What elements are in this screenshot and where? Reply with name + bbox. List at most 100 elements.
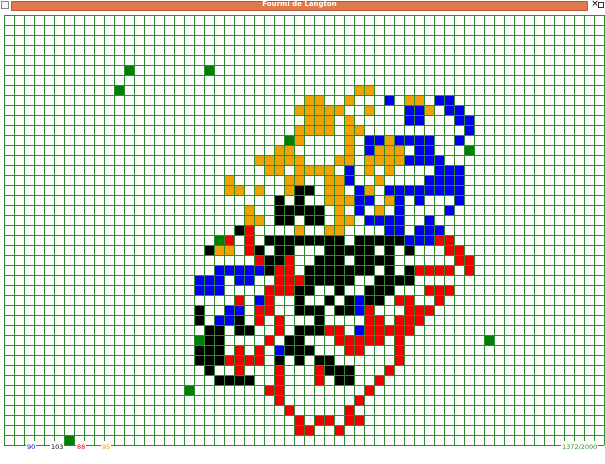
- cell-blue: [454, 185, 464, 195]
- cell-red: [404, 295, 414, 305]
- cell-black: [264, 235, 274, 245]
- cell-black: [374, 285, 384, 295]
- cell-orange: [304, 115, 314, 125]
- cell-black: [384, 265, 394, 275]
- cell-black: [354, 235, 364, 245]
- cell-blue: [414, 225, 424, 235]
- cell-red: [294, 425, 304, 435]
- cell-black: [384, 285, 394, 295]
- cell-red: [274, 315, 284, 325]
- cell-red: [434, 265, 444, 275]
- cell-blue: [394, 215, 404, 225]
- cell-black: [344, 275, 354, 285]
- cell-red: [274, 325, 284, 335]
- cell-red: [284, 405, 294, 415]
- cell-red: [264, 305, 274, 315]
- ant-board: [0, 11, 605, 464]
- cell-red: [254, 355, 264, 365]
- cell-black: [334, 235, 344, 245]
- cell-red: [364, 315, 374, 325]
- cell-red: [364, 385, 374, 395]
- cell-red: [344, 405, 354, 415]
- cell-black: [364, 255, 374, 265]
- cell-black: [404, 245, 414, 255]
- cell-blue: [354, 295, 364, 305]
- app-menu-icon[interactable]: [1, 1, 9, 9]
- cell-black: [294, 335, 304, 345]
- cell-red: [344, 335, 354, 345]
- cell-blue: [224, 305, 234, 315]
- cell-black: [334, 255, 344, 265]
- cell-black: [274, 215, 284, 225]
- cell-orange: [334, 205, 344, 215]
- cell-orange: [364, 105, 374, 115]
- cell-blue: [224, 265, 234, 275]
- cell-red: [284, 275, 294, 285]
- resize-icon[interactable]: [598, 2, 604, 8]
- cell-blue: [234, 265, 244, 275]
- cell-red: [434, 235, 444, 245]
- cell-black: [354, 255, 364, 265]
- cell-black: [284, 205, 294, 215]
- cell-blue: [424, 185, 434, 195]
- cell-black: [214, 345, 224, 355]
- window-titlebar[interactable]: Fourmi de Langton ×: [0, 0, 605, 11]
- cell-black: [204, 345, 214, 355]
- ant-cell: [484, 335, 494, 345]
- cell-black: [314, 215, 324, 225]
- cell-black: [284, 235, 294, 245]
- cell-orange: [284, 155, 294, 165]
- cell-blue: [434, 225, 444, 235]
- cell-black: [314, 205, 324, 215]
- cell-red: [274, 285, 284, 295]
- cell-blue: [454, 195, 464, 205]
- cell-blue: [424, 175, 434, 185]
- cell-orange: [384, 145, 394, 155]
- cell-black: [334, 275, 344, 285]
- cell-black: [234, 325, 244, 335]
- cell-orange: [344, 215, 354, 225]
- cell-blue: [354, 325, 364, 335]
- cell-orange: [314, 165, 324, 175]
- cell-orange: [364, 155, 374, 165]
- cell-orange: [324, 175, 334, 185]
- cell-black: [274, 195, 284, 205]
- cell-orange: [334, 225, 344, 235]
- cell-orange: [224, 245, 234, 255]
- cell-black: [284, 335, 294, 345]
- cell-red: [394, 345, 404, 355]
- cell-blue: [414, 145, 424, 155]
- cell-orange: [314, 125, 324, 135]
- ant-cell: [114, 85, 124, 95]
- cell-red: [314, 375, 324, 385]
- cell-black: [294, 195, 304, 205]
- cell-orange: [294, 125, 304, 135]
- cell-blue: [434, 165, 444, 175]
- cell-black: [364, 285, 374, 295]
- cell-black: [354, 245, 364, 255]
- cell-red: [234, 355, 244, 365]
- cell-red: [464, 255, 474, 265]
- cell-blue: [234, 305, 244, 315]
- cell-black: [374, 235, 384, 245]
- cell-red: [334, 335, 344, 345]
- cell-orange: [364, 85, 374, 95]
- cell-black: [294, 305, 304, 315]
- cell-red: [254, 305, 264, 315]
- cell-black: [344, 305, 354, 315]
- cell-blue: [444, 95, 454, 105]
- cell-blue: [464, 115, 474, 125]
- cell-black: [344, 295, 354, 305]
- cell-black: [384, 275, 394, 285]
- cell-orange: [334, 195, 344, 205]
- cell-red: [324, 415, 334, 425]
- cell-red: [224, 355, 234, 365]
- cell-black: [304, 235, 314, 245]
- cell-red: [234, 345, 244, 355]
- cell-black: [314, 305, 324, 315]
- cell-orange: [304, 95, 314, 105]
- cell-black: [224, 375, 234, 385]
- cell-black: [264, 265, 274, 275]
- cell-red: [354, 395, 364, 405]
- cell-red: [274, 395, 284, 405]
